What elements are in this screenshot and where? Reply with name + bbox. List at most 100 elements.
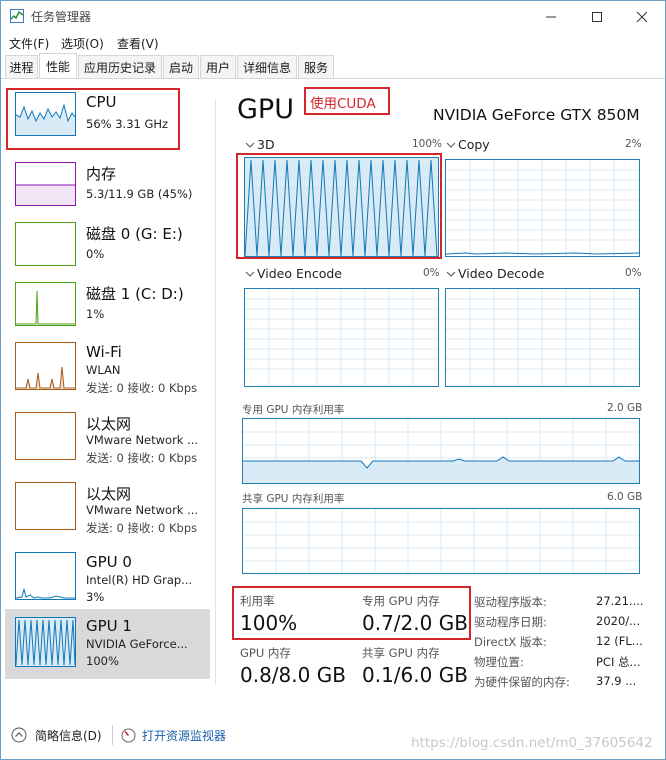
sidebar-ethernet2-title: 以太网 [86, 485, 132, 503]
graph-video-decode [445, 288, 640, 387]
graph-video-decode-percent: 0% [625, 267, 642, 279]
resource-monitor-icon [121, 728, 136, 742]
tab-processes[interactable]: 进程 [5, 55, 38, 79]
menu-view[interactable]: 查看(V) [117, 35, 159, 52]
sidebar-item-gpu0[interactable]: GPU 0 Intel(R) HD Grap... 3% [5, 547, 210, 617]
wifi-mini-graph [16, 366, 75, 389]
sidebar-item-gpu1[interactable]: GPU 1 NVIDIA GeForce... 100% [5, 609, 210, 679]
menu-bar: 文件(F) 选项(O) 查看(V) [1, 32, 665, 54]
menu-options[interactable]: 选项(O) [61, 35, 104, 52]
resource-sidebar: CPU 56% 3.31 GHz 内存 5.3/11.9 GB (45%) 磁盘… [1, 85, 212, 685]
gpu0-mini-graph [16, 588, 75, 599]
gpu-heading: GPU [237, 94, 294, 125]
graph-copy-percent: 2% [625, 138, 642, 150]
minimize-button[interactable] [528, 1, 574, 32]
close-button[interactable] [619, 1, 665, 32]
minimize-icon [546, 16, 556, 17]
graph-3d-label: 3D [257, 137, 275, 152]
maximize-button[interactable] [574, 1, 620, 32]
3d-graph-highlight-box [236, 153, 442, 259]
driver-version-label: 驱动程序版本: [474, 595, 547, 609]
open-resource-monitor-label: 打开资源监视器 [142, 728, 227, 743]
sidebar-divider [215, 99, 216, 684]
physical-location-label: 物理位置: [474, 655, 524, 669]
utilization-value: 100% [240, 611, 298, 635]
task-manager-window: 任务管理器 文件(F) 选项(O) 查看(V) 进程 性能 应用历史记录 启动 … [0, 0, 666, 760]
graph-video-encode [244, 288, 439, 387]
tab-startup[interactable]: 启动 [163, 55, 199, 79]
gpu-device-name: NVIDIA GeForce GTX 850M [433, 106, 640, 124]
dedicated-memory-graph [242, 418, 640, 484]
3d-dropdown-chevron-icon[interactable] [245, 141, 255, 149]
watermark-text: https://blog.csdn.net/m0_37605642 [411, 735, 653, 751]
dedicated-memory-stat-label: 专用 GPU 内存 [362, 594, 440, 608]
graph-3d-percent: 100% [412, 138, 443, 150]
sidebar-gpu1-usage: 100% [86, 654, 119, 668]
sidebar-item-wifi[interactable]: Wi-Fi WLAN 发送: 0 接收: 0 Kbps [5, 337, 210, 407]
gpu1-thumbnail [15, 617, 76, 667]
sidebar-ethernet1-throughput: 发送: 0 接收: 0 Kbps [86, 451, 198, 465]
sidebar-memory-usage: 5.3/11.9 GB (45%) [86, 187, 193, 201]
dedicated-memory-plot [243, 419, 639, 483]
graph-copy-label: Copy [458, 137, 490, 152]
tab-performance[interactable]: 性能 [39, 53, 77, 79]
menu-file[interactable]: 文件(F) [9, 35, 49, 52]
dedicated-memory-max: 2.0 GB [607, 402, 643, 414]
physical-location-value: PCI 总... [596, 655, 641, 669]
shared-memory-stat-label: 共享 GPU 内存 [362, 646, 440, 660]
sidebar-ethernet1-title: 以太网 [86, 415, 132, 433]
sidebar-item-ethernet-2[interactable]: 以太网 VMware Network ... 发送: 0 接收: 0 Kbps [5, 477, 210, 547]
footer-bar: 简略信息(D) 打开资源监视器 [1, 709, 665, 759]
gpu-memory-value: 0.8/8.0 GB [240, 663, 346, 687]
wifi-thumbnail [15, 342, 76, 390]
copy-dropdown-chevron-icon[interactable] [446, 141, 456, 149]
tab-app-history[interactable]: 应用历史记录 [78, 55, 162, 79]
disk0-thumbnail [15, 222, 76, 266]
gpu-memory-label: GPU 内存 [240, 646, 291, 660]
ethernet2-thumbnail [15, 482, 76, 530]
disk1-thumbnail [15, 282, 76, 326]
shared-memory-label: 共享 GPU 内存利用率 [242, 493, 345, 505]
sidebar-disk0-usage: 0% [86, 247, 105, 261]
fewer-details-label: 简略信息(D) [35, 728, 102, 743]
shared-memory-stat-value: 0.1/6.0 GB [362, 663, 468, 687]
directx-version-label: DirectX 版本: [474, 635, 547, 649]
dedicated-memory-stat-value: 0.7/2.0 GB [362, 611, 468, 635]
open-resource-monitor-link[interactable]: 打开资源监视器 [121, 725, 226, 745]
gpu0-thumbnail [15, 552, 76, 600]
collapse-chevron-icon [11, 727, 27, 743]
dedicated-memory-label: 专用 GPU 内存利用率 [242, 404, 345, 416]
fewer-details-button[interactable]: 简略信息(D) [11, 725, 102, 745]
graph-video-encode-label: Video Encode [257, 266, 342, 281]
title-bar[interactable]: 任务管理器 [1, 1, 665, 32]
sidebar-item-ethernet-1[interactable]: 以太网 VMware Network ... 发送: 0 接收: 0 Kbps [5, 407, 210, 477]
sidebar-gpu1-adapter: NVIDIA GeForce... [86, 637, 188, 651]
graph-video-encode-percent: 0% [423, 267, 440, 279]
driver-date-label: 驱动程序日期: [474, 615, 547, 629]
sidebar-gpu0-adapter: Intel(R) HD Grap... [86, 573, 193, 587]
tab-details[interactable]: 详细信息 [237, 55, 297, 79]
window-title: 任务管理器 [31, 10, 92, 24]
close-icon [636, 11, 648, 22]
sidebar-wifi-throughput: 发送: 0 接收: 0 Kbps [86, 381, 198, 395]
gpu1-mini-graph [16, 619, 75, 666]
tab-services[interactable]: 服务 [298, 55, 334, 79]
sidebar-wifi-title: Wi-Fi [86, 343, 122, 361]
graph-copy-plot [445, 160, 640, 256]
graph-video-encode-plot [245, 289, 438, 386]
memory-mini-graph [16, 184, 75, 205]
directx-version-value: 12 (FL... [596, 634, 643, 648]
hardware-reserved-memory-value: 37.9 ... [596, 674, 637, 688]
sidebar-disk1-title: 磁盘 1 (C: D:) [86, 285, 184, 303]
tab-users[interactable]: 用户 [200, 55, 236, 79]
hardware-reserved-memory-label: 为硬件保留的内存: [474, 675, 570, 689]
sidebar-ethernet2-adapter: VMware Network ... [86, 503, 199, 517]
shared-memory-max: 6.0 GB [607, 491, 643, 503]
sidebar-ethernet2-throughput: 发送: 0 接收: 0 Kbps [86, 521, 198, 535]
maximize-icon [592, 11, 602, 22]
disk1-mini-graph [16, 290, 75, 325]
video-decode-dropdown-chevron-icon[interactable] [446, 270, 456, 278]
shared-memory-graph [242, 508, 640, 574]
video-encode-dropdown-chevron-icon[interactable] [245, 270, 255, 278]
shared-memory-plot [243, 509, 639, 573]
